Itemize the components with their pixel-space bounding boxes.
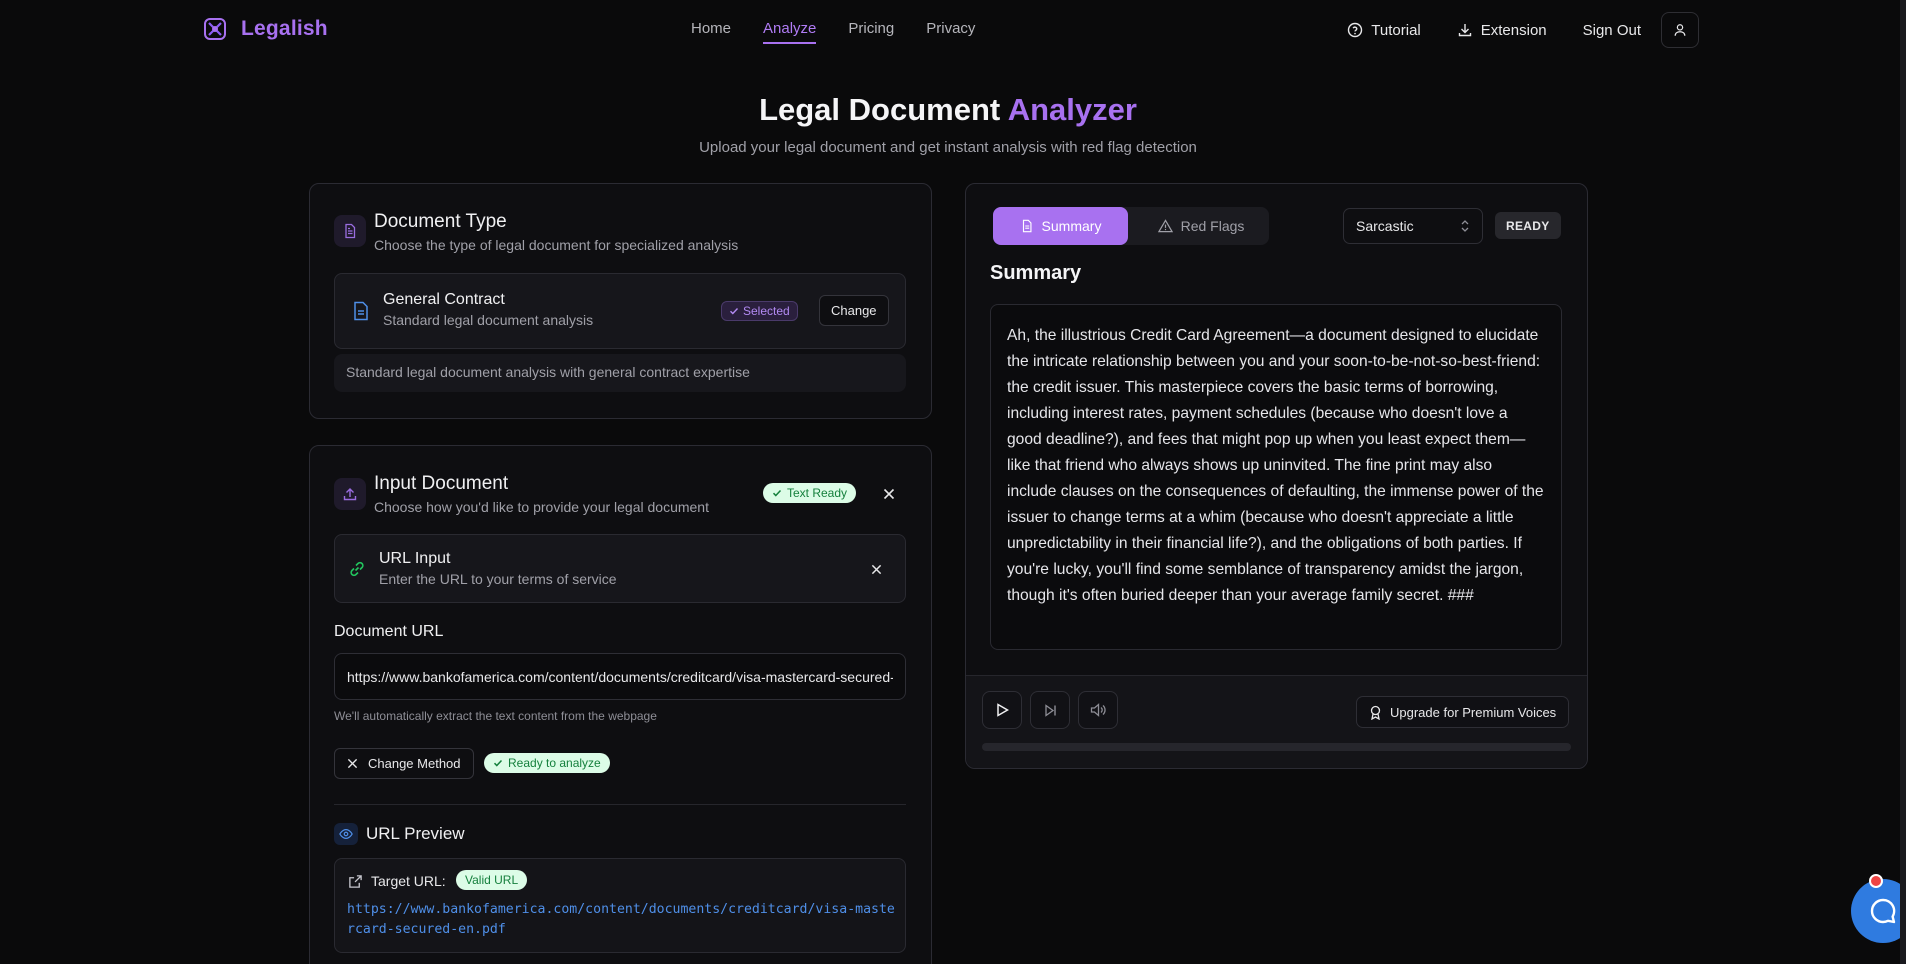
nav-actions: Tutorial Extension Sign Out	[1311, 12, 1699, 48]
selected-type-text: General Contract Standard legal document…	[383, 291, 593, 328]
tone-select-value: Sarcastic	[1356, 218, 1414, 234]
file-text-icon	[345, 223, 356, 239]
extension-button[interactable]: Extension	[1457, 22, 1547, 39]
tab-summary-label: Summary	[1041, 218, 1102, 234]
close-icon	[883, 488, 895, 500]
nav-link-analyze[interactable]: Analyze	[763, 20, 817, 44]
url-preview-title: URL Preview	[366, 824, 465, 843]
input-document-subtitle: Choose how you'd like to provide your le…	[374, 499, 709, 515]
logo-icon	[204, 18, 226, 40]
warning-triangle-icon	[1157, 219, 1173, 233]
download-icon	[1458, 24, 1471, 37]
nav-link-home[interactable]: Home	[691, 20, 731, 44]
play-button[interactable]	[982, 691, 1022, 729]
check-icon	[493, 759, 503, 767]
document-type-title: Document Type	[374, 211, 507, 232]
extension-label: Extension	[1480, 21, 1547, 39]
url-method-title: URL Input	[379, 550, 451, 567]
document-type-heading: Document Type Choose the type of legal d…	[374, 211, 738, 253]
top-nav: Legalish Home Analyze Pricing Privacy Tu…	[0, 0, 1906, 60]
nav-link-privacy[interactable]: Privacy	[926, 20, 975, 44]
award-icon	[1370, 705, 1381, 720]
chat-button[interactable]	[1851, 879, 1906, 943]
tone-select[interactable]: Sarcastic	[1343, 208, 1483, 244]
check-icon	[730, 308, 739, 315]
document-url-label: Document URL	[334, 623, 444, 640]
text-ready-label: Text Ready	[787, 486, 848, 500]
selected-badge-label: Selected	[743, 304, 790, 318]
skip-forward-icon	[1044, 703, 1056, 717]
ready-to-analyze-badge: Ready to analyze	[484, 753, 610, 773]
eye-icon	[339, 829, 353, 839]
close-icon	[871, 564, 881, 574]
text-ready-badge: Text Ready	[763, 483, 857, 503]
target-url-link[interactable]: https://www.bankofamerica.com/content/do…	[347, 900, 895, 940]
close-url-method-button[interactable]	[868, 561, 884, 577]
nav-links: Home Analyze Pricing Privacy	[691, 20, 1007, 44]
chat-bubble-icon	[1870, 898, 1896, 924]
page-title-accent: Analyzer	[1007, 92, 1137, 127]
user-menu-button[interactable]	[1661, 12, 1699, 48]
document-url-input[interactable]	[334, 653, 906, 700]
selected-type-name: General Contract	[383, 291, 505, 308]
link-icon	[350, 561, 364, 577]
chevron-up-down-icon	[1461, 220, 1469, 232]
upgrade-voices-label: Upgrade for Premium Voices	[1390, 704, 1557, 720]
url-help-text: We'll automatically extract the text con…	[334, 709, 657, 723]
upload-icon-chip	[334, 478, 366, 510]
document-type-icon-chip	[334, 215, 366, 247]
clear-input-button[interactable]	[881, 486, 897, 502]
summary-heading: Summary	[990, 262, 1082, 284]
change-type-button[interactable]: Change	[819, 295, 889, 326]
change-method-button[interactable]: Change Method	[334, 748, 474, 779]
target-url-label: Target URL:	[371, 873, 446, 889]
selected-badge: Selected	[721, 301, 798, 321]
brand-logo[interactable]: Legalish	[203, 17, 328, 41]
ready-to-analyze-label: Ready to analyze	[508, 756, 601, 770]
input-document-heading: Input Document Choose how you'd like to …	[374, 473, 709, 515]
help-circle-icon	[1348, 22, 1363, 38]
selected-type-desc: Standard legal document analysis	[383, 312, 594, 328]
external-link-icon	[349, 875, 362, 888]
analysis-tabs: Summary Red Flags	[993, 207, 1269, 245]
volume-icon	[1090, 703, 1106, 717]
sign-out-label: Sign Out	[1582, 21, 1641, 39]
upgrade-voices-button[interactable]: Upgrade for Premium Voices	[1356, 696, 1570, 728]
status-badge: READY	[1495, 212, 1561, 239]
document-type-subtitle: Choose the type of legal document for sp…	[374, 237, 739, 253]
nav-link-pricing[interactable]: Pricing	[848, 20, 894, 44]
tab-summary[interactable]: Summary	[993, 207, 1128, 245]
valid-url-label: Valid URL	[465, 873, 519, 887]
tutorial-button[interactable]: Tutorial	[1347, 21, 1421, 39]
file-text-icon	[1022, 219, 1032, 233]
scrollbar[interactable]	[1900, 0, 1906, 964]
tab-red-flags[interactable]: Red Flags	[1133, 207, 1269, 245]
upload-icon	[343, 488, 357, 501]
user-icon	[1674, 24, 1686, 36]
notification-dot	[1869, 874, 1883, 888]
volume-button[interactable]	[1078, 691, 1118, 729]
divider	[334, 804, 906, 805]
page-subtitle: Upload your legal document and get insta…	[699, 139, 1197, 156]
skip-forward-button[interactable]	[1030, 691, 1070, 729]
play-icon	[996, 703, 1009, 717]
summary-text: Ah, the illustrious Credit Card Agreemen…	[990, 304, 1562, 650]
tab-red-flags-label: Red Flags	[1180, 218, 1245, 234]
close-icon	[347, 758, 358, 769]
url-method-desc: Enter the URL to your terms of service	[379, 571, 617, 587]
document-icon	[354, 301, 368, 321]
url-method-text: URL Input Enter the URL to your terms of…	[379, 550, 617, 587]
audio-progress-bar[interactable]	[982, 743, 1571, 751]
tutorial-label: Tutorial	[1371, 21, 1421, 39]
valid-url-badge: Valid URL	[456, 870, 528, 890]
eye-icon-chip	[334, 823, 358, 845]
change-method-label: Change Method	[368, 756, 461, 771]
document-type-note: Standard legal document analysis with ge…	[346, 364, 750, 380]
brand-name: Legalish	[241, 17, 328, 40]
page-title: Legal Document Analyzer	[0, 92, 1896, 128]
check-icon	[772, 489, 782, 497]
page-title-main: Legal Document	[759, 92, 1001, 127]
sign-out-button[interactable]: Sign Out	[1583, 22, 1641, 39]
input-document-title: Input Document	[374, 473, 509, 494]
